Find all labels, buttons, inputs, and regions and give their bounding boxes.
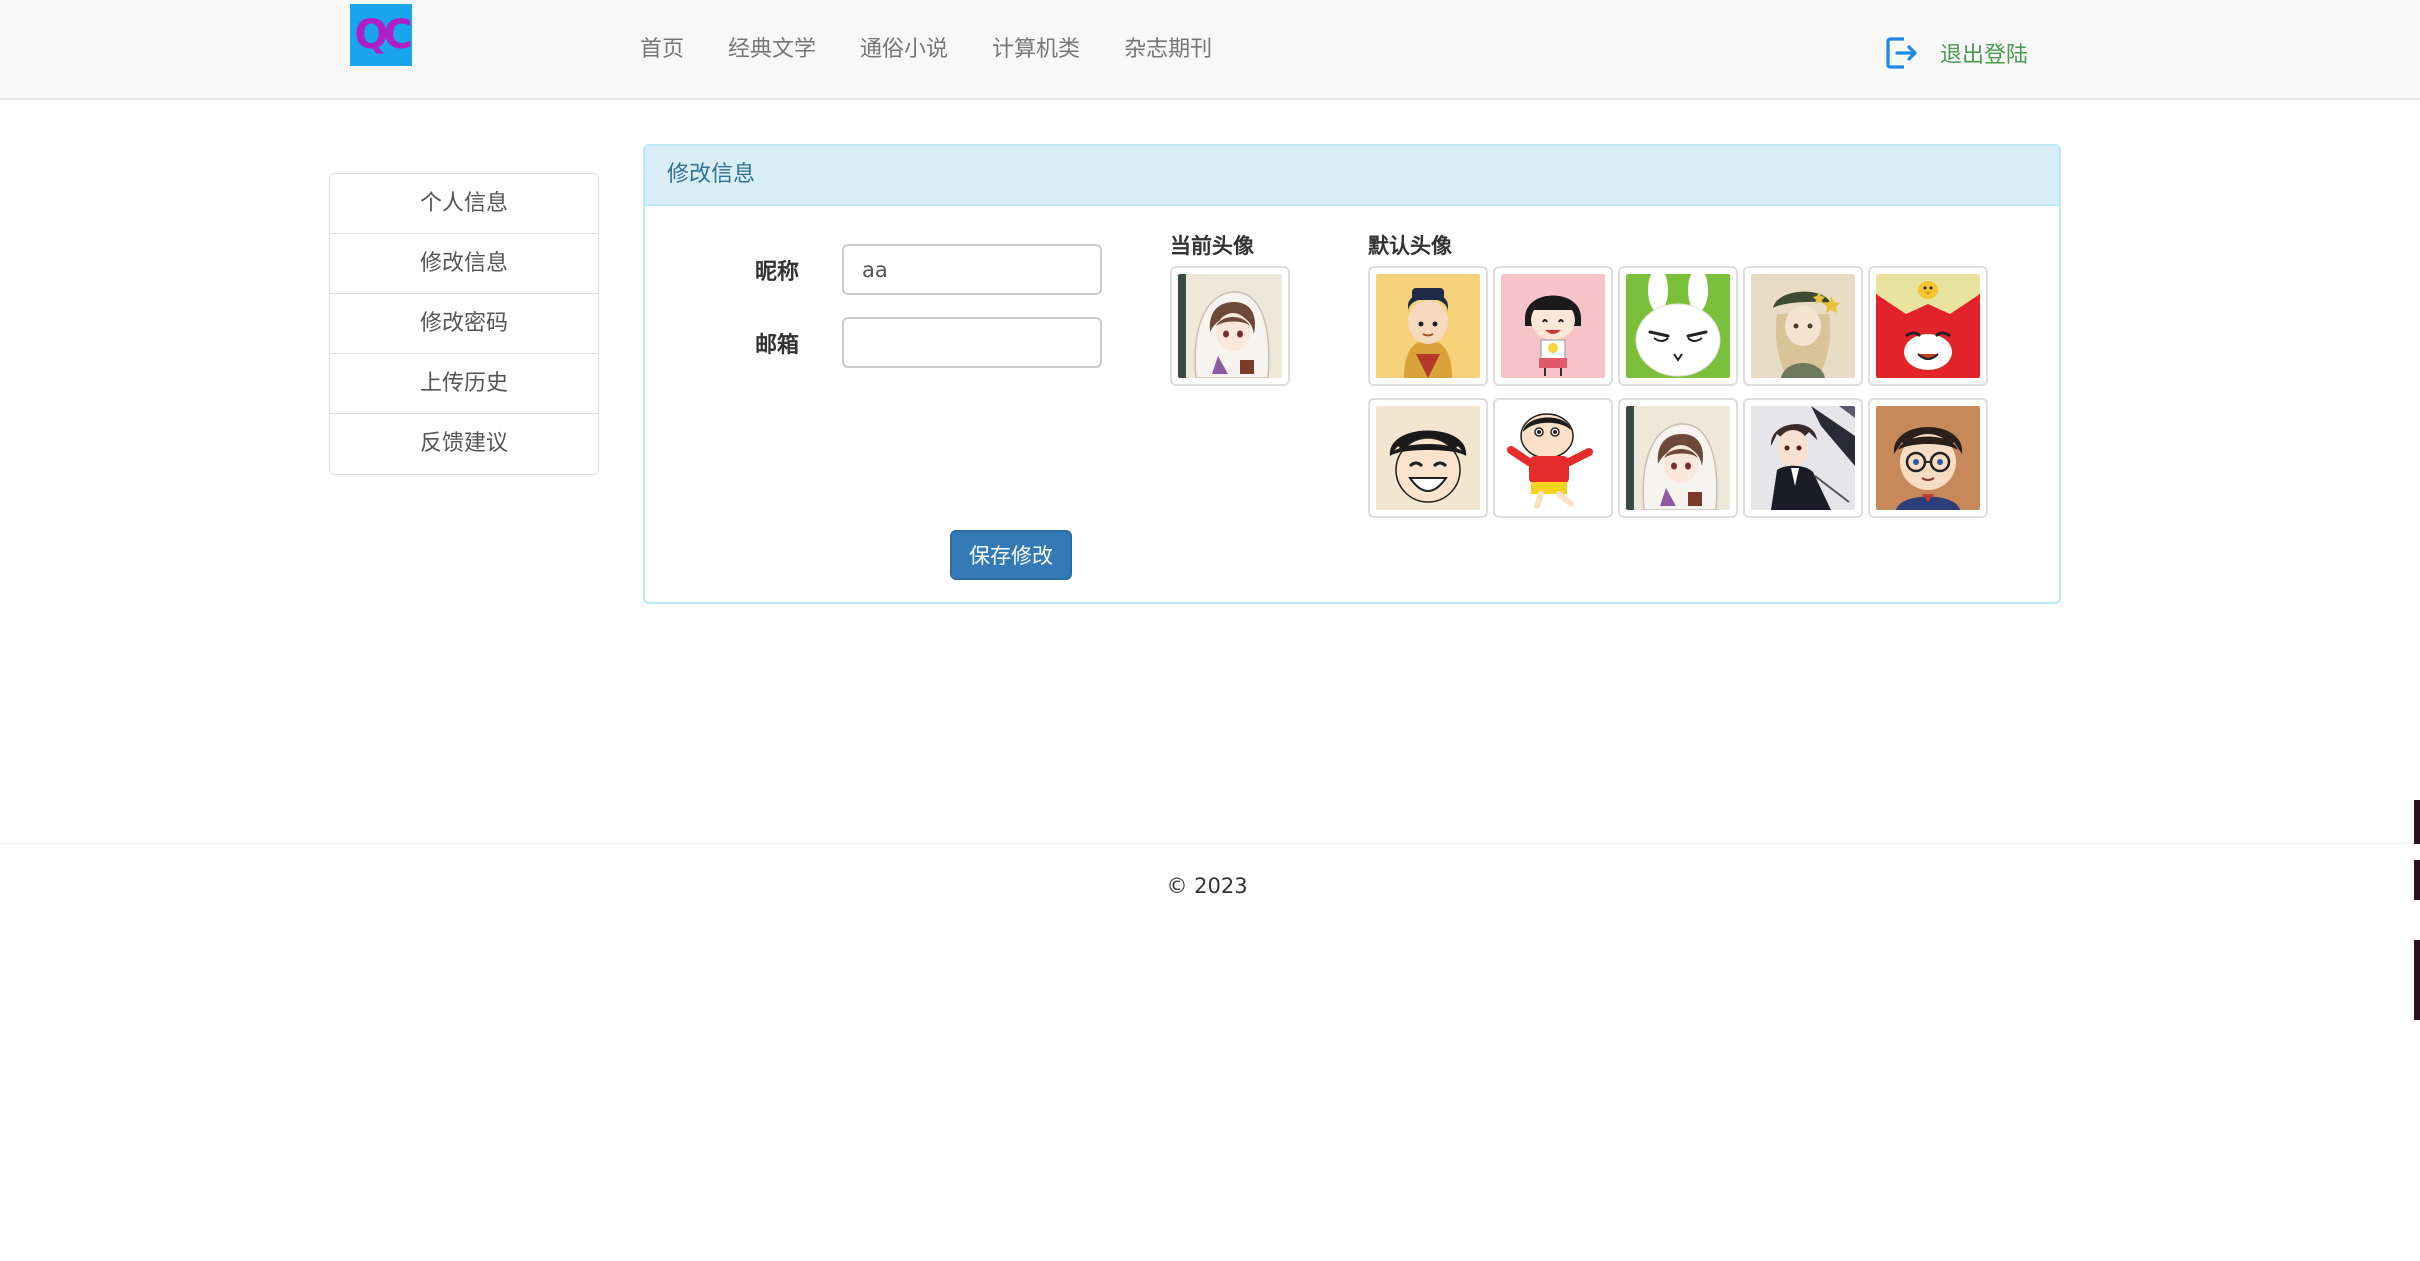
nickname-label: 昵称 [755,260,800,285]
dark-boy-avatar [1751,406,1855,510]
default-avatar-9[interactable] [1743,398,1863,518]
nav-link-home[interactable]: 首页 [618,0,706,100]
bunny-avatar [1626,274,1730,378]
default-avatar-title: 默认头像 [1368,234,1452,258]
footer-divider [0,843,2420,844]
nav-link-computer[interactable]: 计算机类 [970,0,1102,100]
red-fox-avatar [1876,274,1980,378]
email-input[interactable] [842,317,1102,368]
logout-icon [1886,37,1917,69]
logout-label: 退出登陆 [1940,43,2029,68]
top-navbar: QC 首页 经典文学 通俗小说 计算机类 杂志期刊 退出登陆 [0,0,2420,100]
sidebar-menu: 个人信息 修改信息 修改密码 上传历史 反馈建议 [329,173,599,475]
email-label: 邮箱 [755,333,800,358]
shinchan-avatar [1501,406,1605,510]
sidebar-item-change-password[interactable]: 修改密码 [330,294,598,354]
conan-avatar [1876,406,1980,510]
hooded-girl-avatar [1178,274,1282,378]
girl-beret-avatar [1751,274,1855,378]
luffy-avatar [1376,406,1480,510]
current-avatar [1170,266,1290,386]
prince-avatar [1376,274,1480,378]
current-avatar-title: 当前头像 [1170,234,1254,258]
maruko-avatar [1501,274,1605,378]
hooded-girl-avatar [1626,406,1730,510]
nav-link-popular-fiction[interactable]: 通俗小说 [838,0,970,100]
nav-link-classic-literature[interactable]: 经典文学 [706,0,838,100]
sidebar-item-profile[interactable]: 个人信息 [330,174,598,234]
logo-text: QC [354,12,412,58]
edit-info-panel: 修改信息 昵称 邮箱 保存修改 当前头像 默认头像 [643,144,2061,604]
site-logo[interactable]: QC [350,4,412,66]
edge-artifact [2414,860,2420,900]
default-avatar-1[interactable] [1368,266,1488,386]
default-avatar-5[interactable] [1868,266,1988,386]
logout-button[interactable]: 退出登陆 [1884,35,2028,71]
default-avatar-10[interactable] [1868,398,1988,518]
edge-artifact [2414,800,2420,844]
sidebar-item-upload-history[interactable]: 上传历史 [330,354,598,414]
copyright-text: © 2023 [1166,874,1248,898]
main-nav: 首页 经典文学 通俗小说 计算机类 杂志期刊 [618,0,1234,100]
default-avatar-2[interactable] [1493,266,1613,386]
sidebar-item-feedback[interactable]: 反馈建议 [330,414,598,474]
nickname-input[interactable] [842,244,1102,295]
save-button[interactable]: 保存修改 [950,530,1072,580]
nav-link-magazines[interactable]: 杂志期刊 [1102,0,1234,100]
default-avatar-7[interactable] [1493,398,1613,518]
sidebar-item-edit-info[interactable]: 修改信息 [330,234,598,294]
default-avatar-6[interactable] [1368,398,1488,518]
default-avatar-4[interactable] [1743,266,1863,386]
default-avatar-3[interactable] [1618,266,1738,386]
default-avatar-8[interactable] [1618,398,1738,518]
panel-title: 修改信息 [645,146,2059,206]
edge-artifact [2414,940,2420,1020]
